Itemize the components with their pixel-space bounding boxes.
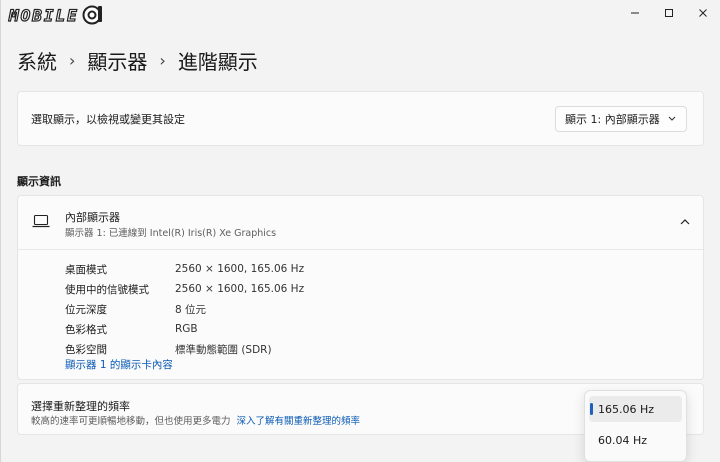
- info-row-bit-depth: 位元深度 8 位元: [65, 299, 304, 319]
- display-info-card: 內部顯示器 顯示器 1: 已連線到 Intel(R) Iris(R) Xe Gr…: [17, 195, 704, 380]
- display-info-list: 桌面模式 2560 × 1600, 165.06 Hz 使用中的信號模式 256…: [65, 259, 304, 359]
- refresh-rate-learn-more-link[interactable]: 深入了解有關重新整理的頻率: [237, 416, 361, 427]
- info-value: RGB: [175, 323, 198, 335]
- display-dropdown[interactable]: 顯示 1: 內部顯示器: [555, 106, 687, 132]
- maximize-icon: [665, 9, 673, 17]
- display-connection: 顯示器 1: 已連線到 Intel(R) Iris(R) Xe Graphics: [65, 228, 277, 239]
- refresh-rate-title: 選擇重新整理的頻率: [31, 400, 130, 413]
- display-name: 內部顯示器: [65, 211, 120, 224]
- info-value: 2560 × 1600, 165.06 Hz: [175, 283, 305, 295]
- refresh-rate-option-selected[interactable]: 165.06 Hz: [589, 396, 682, 422]
- chevron-up-icon[interactable]: [679, 216, 691, 228]
- refresh-rate-dropdown-menu: 165.06 Hz 60.04 Hz: [584, 390, 687, 462]
- display-adapter-properties-link[interactable]: 顯示器 1 的顯示卡內容: [65, 357, 173, 372]
- maximize-button[interactable]: [652, 0, 686, 26]
- breadcrumb-separator-icon: ›: [69, 51, 76, 70]
- info-row-desktop-mode: 桌面模式 2560 × 1600, 165.06 Hz: [65, 259, 304, 279]
- info-label: 桌面模式: [65, 263, 107, 276]
- display-info-header[interactable]: 內部顯示器 顯示器 1: 已連線到 Intel(R) Iris(R) Xe Gr…: [18, 196, 703, 250]
- info-label: 色彩空間: [65, 343, 107, 356]
- watermark-text: MOBILE: [8, 5, 79, 25]
- info-value: 標準動態範圍 (SDR): [175, 343, 272, 356]
- settings-window: MOBILE 系統 › 顯示器 › 進階顯示 選取顯示，以檢視或變更其設定 顯示…: [0, 0, 720, 462]
- watermark-emblem-icon: [82, 5, 102, 25]
- breadcrumb-separator-icon: ›: [159, 51, 166, 70]
- breadcrumb-display[interactable]: 顯示器: [87, 46, 147, 75]
- minimize-button[interactable]: [618, 0, 652, 26]
- watermark-logo: MOBILE: [8, 5, 104, 25]
- info-row-color-space: 色彩空間 標準動態範圍 (SDR): [65, 339, 304, 359]
- info-value: 8 位元: [175, 303, 207, 316]
- select-display-card: 選取顯示，以檢視或變更其設定 顯示 1: 內部顯示器: [17, 91, 704, 146]
- select-display-label: 選取顯示，以檢視或變更其設定: [31, 113, 185, 126]
- chevron-down-icon: [668, 116, 676, 121]
- close-icon: [699, 9, 707, 17]
- breadcrumb-system[interactable]: 系統: [17, 46, 57, 75]
- refresh-rate-subtitle: 較高的速率可更順暢地移動，但也使用更多電力: [31, 416, 231, 427]
- breadcrumb: 系統 › 顯示器 › 進階顯示: [17, 46, 258, 75]
- laptop-icon: [32, 214, 50, 228]
- info-value: 2560 × 1600, 165.06 Hz: [175, 263, 305, 275]
- refresh-rate-description: 較高的速率可更順暢地移動，但也使用更多電力 深入了解有關重新整理的頻率: [31, 413, 360, 427]
- close-button[interactable]: [686, 0, 720, 26]
- info-label: 使用中的信號模式: [65, 283, 149, 296]
- refresh-rate-option[interactable]: 60.04 Hz: [589, 427, 682, 453]
- window-controls: [618, 0, 720, 26]
- page-title: 進階顯示: [177, 50, 258, 74]
- info-row-active-signal-mode: 使用中的信號模式 2560 × 1600, 165.06 Hz: [65, 279, 304, 299]
- info-label: 色彩格式: [65, 323, 107, 336]
- display-info-heading: 顯示資訊: [17, 175, 61, 188]
- display-dropdown-value: 顯示 1: 內部顯示器: [565, 113, 660, 126]
- info-label: 位元深度: [65, 303, 107, 316]
- info-row-color-format: 色彩格式 RGB: [65, 319, 304, 339]
- minimize-icon: [631, 12, 639, 14]
